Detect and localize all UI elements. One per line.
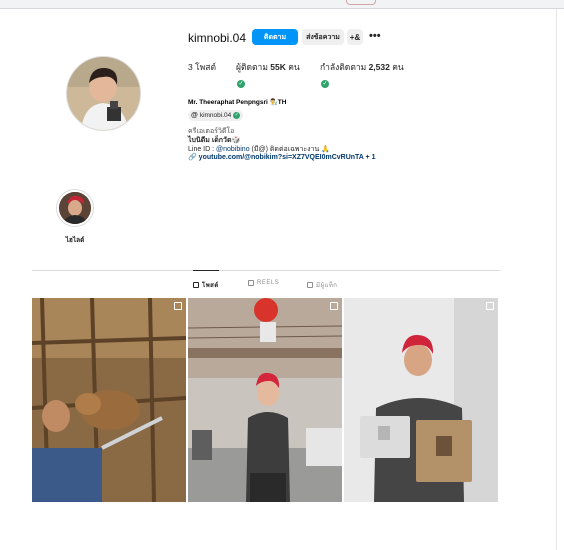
followers-unit: คน [285,62,300,72]
post-thumbnail-1[interactable] [32,298,186,502]
story-highlight[interactable] [56,189,94,227]
stat-followers[interactable]: ผู้ติดตาม 55K คน [236,60,300,74]
threads-badge[interactable]: @ kimnobi.04 ✓ [188,110,244,121]
tabs-divider [32,270,500,271]
tab-tagged-label: มีผู้แท็ก [316,283,338,289]
tab-posts-label: โพสต์ [202,283,219,289]
bio-line-3-prefix: Line ID : [188,146,217,153]
stat-following[interactable]: กำลังติดตาม 2,532 คน [320,60,404,74]
follow-button[interactable]: ติดตาม [252,29,298,45]
browser-top-strip [0,0,564,9]
tab-reels-label: REELS [257,280,280,286]
bio-link-text: youtube.com/@nobikim?si=XZ7VQEI0mCvRUnTA… [198,154,376,161]
suggest-user-button[interactable]: +& [347,29,363,45]
grid-icon [193,282,199,288]
bio-external-link[interactable]: 🔗 youtube.com/@nobikim?si=XZ7VQEI0mCvRUn… [188,153,375,161]
multi-photo-icon [330,302,338,310]
threads-handle: kimnobi.04 [199,112,232,119]
highlight-cover [59,192,91,224]
threads-icon: @ [191,112,198,119]
add-person-icon: +& [349,32,361,42]
tab-tagged[interactable]: มีผู้แท็ก [307,280,337,290]
right-divider [556,9,557,550]
multi-photo-icon [174,302,182,310]
post-thumbnail-3[interactable] [344,298,498,502]
browser-tab-edge [346,0,376,5]
posts-label: โพสต์ [192,62,216,72]
bio-mention-link[interactable]: @nobibino [216,146,250,153]
following-unit: คน [389,62,404,72]
threads-check-icon: ✓ [233,112,241,119]
profile-username: kimnobi.04 [188,31,247,45]
highlight-label: ไฮไลต์ [65,237,85,244]
profile-full-name: Mr. Theeraphat Penpngsri 👨‍🔬TH [188,99,287,106]
stat-posts: 3 โพสต์ [188,60,216,74]
followers-label: ผู้ติดตาม [236,62,271,72]
tagged-icon [307,282,313,288]
avatar-image [67,57,140,130]
multi-photo-icon [486,302,494,310]
tab-reels[interactable]: REELS [248,280,279,286]
highlight-image [59,192,91,224]
followers-check-icon: ✓ [237,80,245,88]
following-count: 2,532 [368,62,390,72]
reels-icon [248,280,254,286]
more-options-button[interactable]: ••• [369,30,381,42]
post-1-image [32,298,186,502]
post-2-image [188,298,342,502]
bio-line-3-suffix: (มี@) ติดต่อเฉพาะงาน 🙏 [249,146,330,153]
tab-posts[interactable]: โพสต์ [193,280,219,290]
followers-count: 55K [270,62,286,72]
following-check-icon: ✓ [321,80,329,88]
active-tab-indicator [193,270,219,271]
profile-avatar[interactable] [66,56,141,131]
message-button[interactable]: ส่งข้อความ [302,29,344,45]
following-label: กำลังติดตาม [320,62,369,72]
link-icon: 🔗 [188,154,197,161]
post-3-image [344,298,498,502]
more-icon: ••• [369,30,381,42]
post-thumbnail-2[interactable] [188,298,342,502]
